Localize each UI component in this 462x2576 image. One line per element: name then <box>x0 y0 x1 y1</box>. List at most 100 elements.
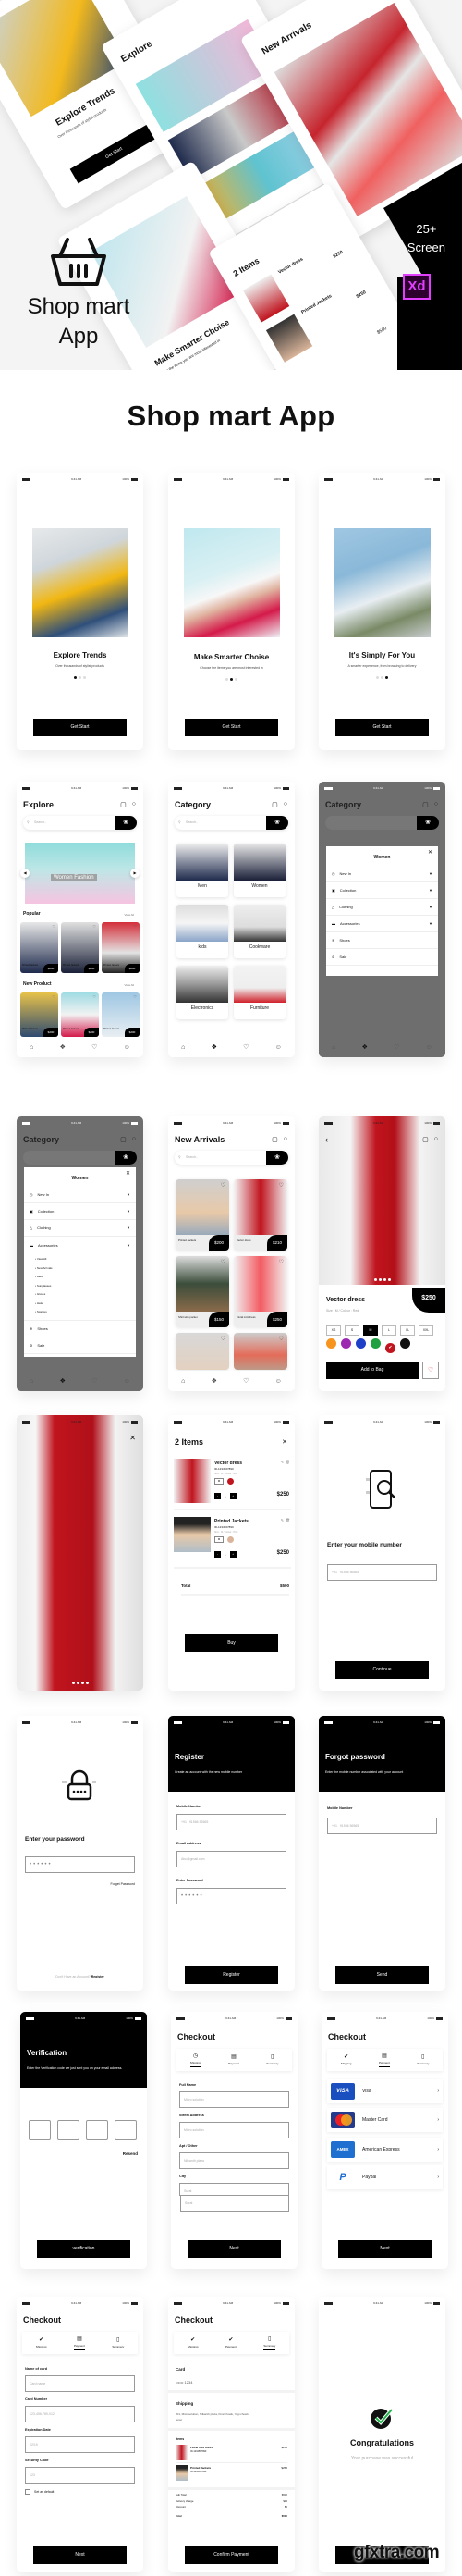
modal-row-sale[interactable]: ⊘ Sale <box>326 949 438 966</box>
new-product-card[interactable]: ♡ Printed Jackets $200 <box>20 992 58 1037</box>
edit-icon[interactable]: ✎ <box>281 1460 284 1464</box>
filter-button[interactable]: ❀ <box>266 1151 288 1165</box>
submenu-item[interactable]: • New Arrivals <box>24 1264 136 1274</box>
heart-icon[interactable]: ♡ <box>92 924 96 929</box>
heart-icon[interactable]: ♡ <box>133 994 137 999</box>
bag-icon[interactable]: ▢ <box>422 801 429 808</box>
resend-link[interactable]: Resend <box>123 2151 138 2156</box>
popular-product-card[interactable]: ♡ Printed Jackets $200 <box>20 922 58 973</box>
size-option-xxl[interactable]: XXL <box>419 1325 433 1336</box>
dot[interactable] <box>381 676 383 679</box>
dot[interactable] <box>83 676 86 679</box>
home-icon[interactable]: ⌂ <box>30 1378 33 1385</box>
heart-icon[interactable]: ♡ <box>243 1377 249 1385</box>
grid-icon[interactable]: ❖ <box>212 1043 217 1051</box>
home-icon[interactable]: ⌂ <box>181 1044 185 1051</box>
get-start-button[interactable]: Get Start <box>33 719 127 736</box>
color-swatch[interactable] <box>356 1338 366 1349</box>
step-summary[interactable]: ▯ Summary <box>112 2336 124 2350</box>
women-fashion-banner[interactable]: Women Fashion <box>25 843 135 904</box>
mobile-number-input[interactable]: +91 91566 56565 <box>327 1818 437 1834</box>
arrival-product-card[interactable]: ♡ <box>234 1333 287 1370</box>
heart-icon[interactable]: ♡ <box>243 1043 249 1051</box>
set-default-option[interactable]: Set as default <box>25 2489 54 2495</box>
submenu-item[interactable]: • Sunglasses <box>24 1282 136 1291</box>
verification-button[interactable]: verification <box>37 2240 130 2258</box>
otp-digit-1[interactable] <box>29 2120 51 2140</box>
category-card-men[interactable]: Men <box>176 844 228 897</box>
modal-row-accessories[interactable]: ▬ Accessories ▼ <box>326 916 438 932</box>
modal-row-new-in[interactable]: ◷ New In ▼ <box>24 1187 136 1203</box>
bag-icon[interactable]: ▢ <box>272 801 278 808</box>
submenu-item[interactable]: • Belts <box>24 1273 136 1282</box>
profile-icon[interactable]: ☺ <box>275 1378 282 1385</box>
payment-option-visa[interactable]: VISA Visa › <box>327 2079 443 2103</box>
dot[interactable] <box>376 676 379 679</box>
grid-icon[interactable]: ❖ <box>212 1377 217 1385</box>
step-summary[interactable]: ▯ Summary <box>417 2053 429 2067</box>
send-button[interactable]: Send <box>335 1966 429 1984</box>
dot[interactable] <box>86 1682 89 1684</box>
get-start-button[interactable]: Get Start <box>185 719 278 736</box>
profile-icon[interactable]: ☺ <box>124 1378 130 1385</box>
next-button[interactable]: Next <box>338 2240 432 2258</box>
otp-digit-4[interactable] <box>115 2120 137 2140</box>
buy-button[interactable]: Buy <box>185 1634 278 1652</box>
edit-icon[interactable]: ✎ <box>281 1518 284 1522</box>
filter-button[interactable]: ❀ <box>115 1151 137 1165</box>
heart-icon[interactable]: ♡ <box>52 994 55 999</box>
category-card-cookware[interactable]: Cookware <box>234 905 286 958</box>
bell-icon[interactable]: ○ <box>284 801 287 808</box>
home-icon[interactable]: ⌂ <box>332 1044 335 1051</box>
card-number-input[interactable]: 123-456-789-012 <box>25 2406 135 2422</box>
forgot-password-link[interactable]: Forget Password <box>111 1882 135 1886</box>
size-option-s[interactable]: S <box>345 1325 359 1336</box>
step-payment[interactable]: ✔ Payment <box>225 2336 237 2350</box>
heart-icon[interactable]: ♡ <box>91 1377 97 1385</box>
delete-icon[interactable]: 🗑 <box>286 1518 290 1522</box>
heart-icon[interactable]: ♡ <box>221 1182 225 1189</box>
dot[interactable] <box>74 676 77 679</box>
modal-row-new-in[interactable]: ◷ New In ▼ <box>326 866 438 882</box>
security-code-input[interactable]: 123 <box>25 2467 135 2484</box>
category-card-kids[interactable]: kids <box>176 905 228 958</box>
street-address-input[interactable]: Micro solution <box>179 2122 289 2138</box>
submenu-item[interactable]: • Gloves <box>24 1290 136 1300</box>
close-icon[interactable]: ✕ <box>126 1170 130 1177</box>
decrement-button[interactable]: - <box>214 1493 221 1499</box>
get-start-button[interactable]: Get Start <box>335 719 429 736</box>
mobile-number-input[interactable]: +91 91566 56565 <box>327 1564 437 1581</box>
grid-icon[interactable]: ❖ <box>60 1043 66 1051</box>
new-product-card[interactable]: ♡ Printed Jackets $200 <box>61 992 99 1037</box>
heart-icon[interactable]: ♡ <box>279 1336 284 1342</box>
modal-row-accessories[interactable]: ▬ Accessories ▼ <box>24 1237 136 1253</box>
increment-button[interactable]: + <box>229 1493 237 1499</box>
mobile-number-input[interactable]: +91 91566 56565 <box>176 1814 286 1830</box>
register-link[interactable]: Register <box>91 1975 104 1978</box>
new-view-all-link[interactable]: View All <box>125 983 134 987</box>
heart-icon[interactable]: ♡ <box>133 924 137 929</box>
home-icon[interactable]: ⌂ <box>181 1378 185 1385</box>
bag-icon[interactable]: ▢ <box>422 1136 429 1143</box>
wishlist-button[interactable]: ♡ <box>422 1362 439 1379</box>
email-input[interactable]: Abc@gmail.com <box>176 1851 286 1867</box>
close-icon[interactable]: ✕ <box>129 1434 136 1442</box>
password-input[interactable]: •••••• <box>25 1856 135 1873</box>
dot[interactable] <box>72 1682 75 1684</box>
step-shipping[interactable]: ✔ Shipping <box>188 2336 199 2350</box>
dot[interactable] <box>388 1278 391 1281</box>
modal-row-clothing[interactable]: △ Clothing ▼ <box>24 1220 136 1237</box>
search-input[interactable]: Search.. ⚲ ❀ <box>23 816 137 830</box>
next-button[interactable]: Next <box>33 2546 127 2564</box>
size-option-xl[interactable]: XL <box>400 1325 415 1336</box>
color-swatch[interactable] <box>326 1338 336 1349</box>
heart-icon[interactable]: ♡ <box>279 1259 284 1265</box>
search-input[interactable]: ❀ <box>23 1151 137 1165</box>
banner-prev-icon[interactable]: ◀ <box>20 869 30 878</box>
color-swatch[interactable]: ✔ <box>385 1343 395 1353</box>
dot[interactable] <box>379 1278 382 1281</box>
arrival-product-card[interactable]: ♡ Printed Jackets $200 <box>176 1179 229 1251</box>
modal-row-clothing[interactable]: △ Clothing ▼ <box>326 899 438 916</box>
add-to-bag-button[interactable]: Add to Bag <box>326 1362 419 1379</box>
modal-row-shoes[interactable]: ≋ Shoes <box>326 932 438 949</box>
